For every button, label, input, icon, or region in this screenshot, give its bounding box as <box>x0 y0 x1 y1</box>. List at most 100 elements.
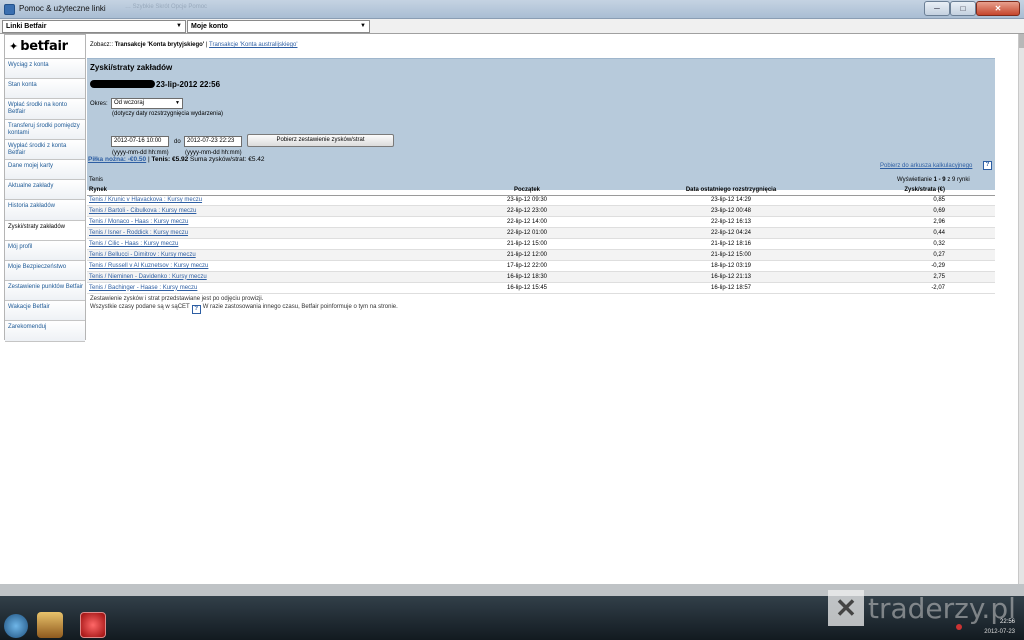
market-cell: Tenis / Nieminen - Davidenko : Kursy mec… <box>87 271 427 283</box>
download-spreadsheet-link[interactable]: Pobierz do arkusza kalkulacyjnego <box>880 163 972 169</box>
start-button[interactable] <box>4 614 28 638</box>
help-icon[interactable]: ? <box>983 161 992 170</box>
betfair-logo[interactable]: ✦ betfair <box>5 35 85 59</box>
profit-loss-cell: -0,29 <box>835 260 995 272</box>
logo-text: betfair <box>20 39 68 54</box>
total-value: €5.42 <box>248 156 265 163</box>
ghost-menu-text: … Szybkie Skrót Opcje Pomoc <box>125 4 208 10</box>
sidebar-item-transfer[interactable]: Transferuj środki pomiędzy kontami <box>5 119 85 140</box>
sidebar-item-bet-history[interactable]: Historia zakładów <box>5 200 85 221</box>
showing-prefix: Wyświetlanie <box>897 177 932 183</box>
content-pane: ✦ betfair Wyciąg z konta Stan konta Wpła… <box>0 34 1018 584</box>
start-cell: 22-lip-12 23:00 <box>427 205 627 218</box>
col-settled: Data ostatniego rozstrzygnięcia <box>627 186 835 196</box>
col-start: Początek <box>427 186 627 196</box>
help-icon[interactable]: ? <box>191 305 201 314</box>
dropdown-bar: Linki Betfair ▼ Moje konto ▼ <box>0 19 1024 34</box>
links-dropdown[interactable]: Linki Betfair ▼ <box>2 20 186 33</box>
window-title: Pomoc & użyteczne linki <box>19 4 106 13</box>
chevron-down-icon: ▼ <box>175 100 180 106</box>
period-select[interactable]: Od wczoraj ▼ <box>111 98 183 109</box>
to-label: do <box>174 139 181 145</box>
showing-suffix: z 9 rynki <box>947 177 970 183</box>
market-cell: Tenis / Cilic - Haas : Kursy meczu <box>87 238 427 250</box>
start-cell: 23-lip-12 09:30 <box>427 195 627 207</box>
settled-cell: 23-lip-12 00:48 <box>627 205 835 218</box>
see-also-line: Zobacz:: Transakcje 'Konta brytyjskiego'… <box>90 42 298 48</box>
market-link[interactable]: Tenis / Monaco - Haas : Kursy meczu <box>89 219 188 225</box>
sport-label: Tenis <box>89 177 104 183</box>
tennis-summary: Tenis: €5.92 <box>151 156 189 163</box>
chevron-down-icon: ▼ <box>176 23 182 29</box>
clock-date[interactable]: 2012-07-23 <box>975 629 1015 635</box>
separator: | <box>205 42 208 48</box>
uk-account-transactions: Transakcje 'Konta brytyjskiego' <box>114 42 205 48</box>
period-select-value: Od wczoraj <box>114 100 145 106</box>
col-market: Rynek <box>87 186 427 196</box>
sidebar-item-security[interactable]: Moje Bezpieczeństwo <box>5 260 85 282</box>
settled-cell: 18-lip-12 03:19 <box>627 260 835 272</box>
fetch-statement-button[interactable]: Pobierz zestawienie zysków/strat <box>247 134 394 147</box>
start-cell: 17-lip-12 22:00 <box>427 260 627 272</box>
settled-cell: 22-lip-12 04:24 <box>627 227 835 240</box>
table-row: Tenis / Isner - Roddick : Kursy meczu 22… <box>87 227 995 240</box>
sidebar-item-profile[interactable]: Mój profil <box>5 240 85 261</box>
market-link[interactable]: Tenis / Cilic - Haas : Kursy meczu <box>89 241 178 247</box>
settled-cell: 23-lip-12 14:29 <box>627 195 835 207</box>
sport-summary: Piłka nożna: -€0.50 | Tenis: €5.92 Suma … <box>88 156 265 163</box>
page-title: Zyski/straty zakładów <box>90 63 173 72</box>
opera-taskbar-icon[interactable] <box>80 612 106 638</box>
vertical-scrollbar[interactable] <box>1018 34 1024 584</box>
tray-icon[interactable] <box>956 624 962 630</box>
watermark-icon: ✕ <box>828 590 864 626</box>
market-link[interactable]: Tenis / Isner - Roddick : Kursy meczu <box>89 230 188 236</box>
market-link[interactable]: Tenis / Krunic v Hlavackova : Kursy mecz… <box>89 197 202 203</box>
market-link[interactable]: Tenis / Bachinger - Haase : Kursy meczu <box>89 285 197 291</box>
market-link[interactable]: Tenis / Nieminen - Davidenko : Kursy mec… <box>89 274 207 280</box>
sidebar-item-card-details[interactable]: Dane mojej karty <box>5 159 85 181</box>
table-row: Tenis / Monaco - Haas : Kursy meczu 22-l… <box>87 216 995 229</box>
results-table: Rynek Początek Data ostatniego rozstrzyg… <box>87 186 995 294</box>
sidebar-item-profit-loss[interactable]: Zyski/straty zakładów <box>5 220 85 241</box>
sidebar-item-current-bets[interactable]: Aktualne zakłady <box>5 180 85 201</box>
taskbar-app-icon[interactable] <box>37 612 63 638</box>
col-profit-loss: Zysk/strata (€) <box>835 186 995 196</box>
total-label: Suma zysków/strat: <box>190 156 247 163</box>
table-row: Tenis / Bellucci - Dimitrov : Kursy mecz… <box>87 249 995 261</box>
start-cell: 21-lip-12 15:00 <box>427 238 627 250</box>
sidebar-item-withdraw[interactable]: Wypłać środki z konta Betfair <box>5 139 85 160</box>
market-cell: Tenis / Bellucci - Dimitrov : Kursy mecz… <box>87 249 427 261</box>
sidebar-item-recommend[interactable]: Zarekomenduj <box>5 321 85 342</box>
account-dropdown[interactable]: Moje konto ▼ <box>187 20 370 33</box>
maximize-button[interactable]: □ <box>950 1 976 16</box>
market-link[interactable]: Tenis / Bartoli - Cibulkova : Kursy mecz… <box>89 208 196 214</box>
market-cell: Tenis / Bachinger - Haase : Kursy meczu <box>87 282 427 294</box>
market-link[interactable]: Tenis / Bellucci - Dimitrov : Kursy mecz… <box>89 252 196 258</box>
sidebar-item-balance[interactable]: Stan konta <box>5 79 85 100</box>
redacted-username <box>90 80 155 88</box>
period-note: (dotyczy daty rozstrzygnięcia wydarzenia… <box>112 111 224 117</box>
sidebar-item-points[interactable]: Zestawienie punktów Betfair <box>5 281 85 302</box>
sidebar-item-account-statement[interactable]: Wyciąg z konta <box>5 59 85 80</box>
australian-account-link[interactable]: Transakcje 'Konta australijskiego' <box>209 42 297 48</box>
showing-range: 1 - 9 <box>933 177 946 183</box>
scrollbar-thumb[interactable] <box>1019 34 1024 48</box>
date-from-input[interactable]: 2012-07-16 10:00 <box>111 136 169 147</box>
minimize-button[interactable]: ─ <box>924 1 950 16</box>
sidebar-item-deposit[interactable]: Wpłać środki na konto Betfair <box>5 99 85 120</box>
betfair-star-icon: ✦ <box>9 41 19 53</box>
timezone-note: W razie zastosowania innego czasu, Betfa… <box>202 304 398 310</box>
start-cell: 16-lip-12 15:45 <box>427 282 627 294</box>
football-summary-link[interactable]: Piłka nożna: -€0.50 <box>88 156 146 163</box>
profit-loss-cell: 2,75 <box>835 271 995 283</box>
date-to-input[interactable]: 2012-07-23 22:23 <box>184 136 242 147</box>
profit-loss-cell: 0,69 <box>835 205 995 218</box>
period-label: Okres: <box>90 101 108 107</box>
sidebar-item-holidays[interactable]: Wakacje Betfair <box>5 301 85 322</box>
settled-cell: 16-lip-12 21:13 <box>627 271 835 283</box>
close-button[interactable]: ✕ <box>976 1 1020 16</box>
market-link[interactable]: Tenis / Russell v Al Kuznetsov : Kursy m… <box>89 263 208 269</box>
clock-time[interactable]: 22:56 <box>975 619 1015 625</box>
market-cell: Tenis / Bartoli - Cibulkova : Kursy mecz… <box>87 205 427 218</box>
account-dropdown-label: Moje konto <box>191 23 228 30</box>
